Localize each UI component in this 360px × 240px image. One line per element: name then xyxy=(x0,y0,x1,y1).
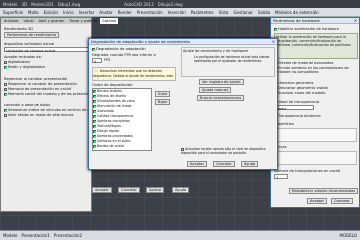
update-note[interactable]: Actualizar tarjeta usando sólo el nivel … xyxy=(181,147,275,155)
hw-reset-button[interactable]: Restablecer valores recomendados xyxy=(289,188,359,194)
options-help-button[interactable]: Ayuda xyxy=(172,187,190,193)
hardware-titlebar: Parámetros de hardware ✕ xyxy=(271,18,359,24)
warning-box: ⚠ Desactivar elementos que no deberían d… xyxy=(92,67,176,81)
hw-transparency-label: Calidad de transparencia xyxy=(274,100,320,104)
hw-transparency-select[interactable]: Media xyxy=(274,105,314,111)
ribbon-tab-7[interactable]: Presentación xyxy=(137,10,163,15)
fps-label: Degradar cuando FPS sea inferior a xyxy=(92,53,156,57)
db-option-2[interactable]: Abrir tablas en modo de sólo lectura xyxy=(4,113,74,117)
degradation-dialog: Degradación de adaptación y ajuste de re… xyxy=(88,38,278,170)
ribbon-tab-2[interactable]: Edición xyxy=(44,10,58,15)
cancel-button[interactable]: Cancelar xyxy=(213,161,235,167)
options-cancel-button[interactable]: Cancelar xyxy=(118,187,140,193)
title-tab-1[interactable]: 3D xyxy=(21,2,27,7)
close-icon[interactable]: ✕ xyxy=(354,18,357,23)
accept-input-label: Aceptar entradas de: xyxy=(4,55,42,59)
options-ok-button[interactable]: Aceptar xyxy=(92,187,112,193)
options-tab-display[interactable]: Visual xyxy=(21,18,35,24)
hw-geom-checkbox[interactable]: Descartar geometría visible xyxy=(274,86,328,90)
status-bar: Modelo Presentación1 Presentación2 MODEL… xyxy=(0,230,360,240)
close-icon[interactable]: ✕ xyxy=(272,39,275,44)
order-label: Orden de degradación: xyxy=(92,83,134,87)
ribbon-tab-6[interactable]: Render xyxy=(118,10,132,15)
ribbon-tab-12[interactable]: Salida xyxy=(258,10,270,15)
fps-unit: FPS xyxy=(104,58,111,62)
fps-input[interactable]: 5 xyxy=(92,58,102,64)
options-tab-system[interactable]: Sistema xyxy=(100,18,119,24)
options-tab-files[interactable]: Archivos xyxy=(2,18,20,24)
input-mouse-radio[interactable]: Ratón y digitalizador xyxy=(4,65,45,69)
db-connection-label: conexión a base de datos xyxy=(4,103,50,107)
status-tab-layout2[interactable]: Presentación2 xyxy=(54,233,82,238)
db-option-1[interactable]: Almacenar índice de vínculos en archivo … xyxy=(4,108,98,112)
hw-cancel-button[interactable]: Cancelar xyxy=(331,198,353,204)
ribbon-tab-1[interactable]: Malla xyxy=(28,10,39,15)
ribbon-tab-13[interactable]: Módulos de extensión xyxy=(275,10,319,15)
adapt-checkbox[interactable]: Degradación de adaptación xyxy=(92,47,146,51)
title-tab-2[interactable]: Modelo2D1 xyxy=(31,2,54,7)
hw-emulate-checkbox[interactable]: Emular sombras en los controladores de h… xyxy=(274,66,358,74)
hw-tuning-text: La configuración de hardware actual está… xyxy=(194,55,270,63)
hw-tess-input[interactable]: 1 xyxy=(274,174,288,180)
manual-tune-button[interactable]: Ajuste manual xyxy=(199,87,231,93)
hw-adv-material-checkbox[interactable]: Efectos de material avanzados xyxy=(274,61,333,65)
hw-dynamic-transparency-checkbox[interactable]: Transparencia dinámica xyxy=(274,114,321,118)
hw-curves-slider[interactable] xyxy=(277,151,357,165)
ribbon-tab-8[interactable]: Inserción xyxy=(168,10,186,15)
hardware-settings-dialog: Parámetros de hardware ✕ Habilitar acele… xyxy=(270,17,360,208)
hw-features-box: Utilizar la aceleración de hardware para… xyxy=(274,33,358,59)
current-device-select[interactable]: señalador de sistema actual xyxy=(4,47,90,53)
move-up-button[interactable]: Subir xyxy=(155,91,171,97)
ribbon-tab-9[interactable]: Parámetros xyxy=(191,10,214,15)
current-device-label: dispositivo señalador actual xyxy=(4,42,55,46)
options-apply-button[interactable]: Aplicar xyxy=(146,187,165,193)
hw-surfaces-slider[interactable] xyxy=(277,128,357,142)
input-digitizer-radio[interactable]: digitalizador xyxy=(4,60,30,64)
ribbon-tab-4[interactable]: Insertar xyxy=(79,10,95,15)
ribbon-tab-3[interactable]: Inicio xyxy=(63,10,74,15)
ribbon-tab-11[interactable]: Gestionar xyxy=(233,10,252,15)
title-bar: Modelo 3D Modelo2D1 Dibuj1.dwg AutoCAD 2… xyxy=(0,0,360,8)
performance-settings-button[interactable]: Parámetros de rendimiento xyxy=(4,32,60,38)
ok-button[interactable]: Aceptar xyxy=(187,161,207,167)
degradation-title: Degradación de adaptación y ajuste de re… xyxy=(91,39,190,44)
view-log-button[interactable]: Ver registro de ajuste xyxy=(199,79,244,85)
layout-regen-option-2[interactable]: Memoria de presentación en caché xyxy=(4,87,71,91)
move-down-button[interactable]: Bajar xyxy=(155,99,171,105)
app-title: AutoCAD 2013 xyxy=(124,1,154,7)
ribbon-tab-5[interactable]: Anotar xyxy=(99,10,112,15)
layout-regen-option-1[interactable]: Regenerar al cambiar de presentación xyxy=(4,82,77,86)
ribbon-tabs: Superficie Malla Edición Inicio Insertar… xyxy=(0,8,360,17)
hw-accel-checkbox[interactable]: Habilitar aceleración de hardware xyxy=(274,27,339,31)
layout-regen-label: Regenerar al cambiar presentación xyxy=(4,77,68,81)
hw-tess-label: Número de triangulaciones en caché xyxy=(274,169,341,173)
status-tab-model[interactable]: Modelo xyxy=(3,233,17,238)
current-device-value: señalador de sistema actual xyxy=(6,49,56,53)
degradation-titlebar: Degradación de adaptación y ajuste de re… xyxy=(89,39,277,45)
title-tab-5[interactable]: Dibujo2.dwg xyxy=(158,2,183,7)
hw-general-label: Parámetros generales xyxy=(274,81,314,85)
degradation-list[interactable]: Bordes visibles Efectos de diseño Siluet… xyxy=(92,88,152,151)
hardware-title: Parámetros de hardware xyxy=(273,18,320,23)
list-item[interactable]: Bordes de arista xyxy=(93,144,151,149)
hw-smooth-checkbox[interactable]: Suavizar caras del modelo xyxy=(274,91,326,95)
warning-text: Desactivar elementos que no deberían deg… xyxy=(93,69,174,81)
hw-features-text: Utilizar la aceleración de hardware para… xyxy=(276,35,351,47)
options-tab-plot[interactable]: Trazar y publicar xyxy=(67,18,99,24)
options-dialog: Archivos Visual Abrir y guardar Trazar y… xyxy=(0,17,119,212)
ribbon-tab-10[interactable]: Vista xyxy=(219,10,229,15)
hardware-tuning-group: Ajuste de rendimiento y de hardware La c… xyxy=(181,47,275,77)
warning-icon: ⚠ xyxy=(94,68,98,73)
hw-ok-button[interactable]: Aceptar xyxy=(307,198,327,204)
options-tab-open-save[interactable]: Abrir y guardar xyxy=(37,18,67,24)
title-tab-0[interactable]: Modelo xyxy=(3,2,17,7)
status-tab-layout1[interactable]: Presentación1 xyxy=(21,233,49,238)
performance-label: Rendimiento 3D xyxy=(4,27,33,31)
help-button[interactable]: Ayuda xyxy=(241,161,259,167)
title-tab-3[interactable]: Dibuj1.dwg xyxy=(58,2,81,7)
ribbon-tab-0[interactable]: Superficie xyxy=(3,10,23,15)
options-tabs: Archivos Visual Abrir y guardar Trazar y… xyxy=(1,18,119,24)
status-model-indicator[interactable]: MODELO xyxy=(340,233,357,238)
check-updates-button[interactable]: Buscar actualizaciones xyxy=(197,95,245,101)
